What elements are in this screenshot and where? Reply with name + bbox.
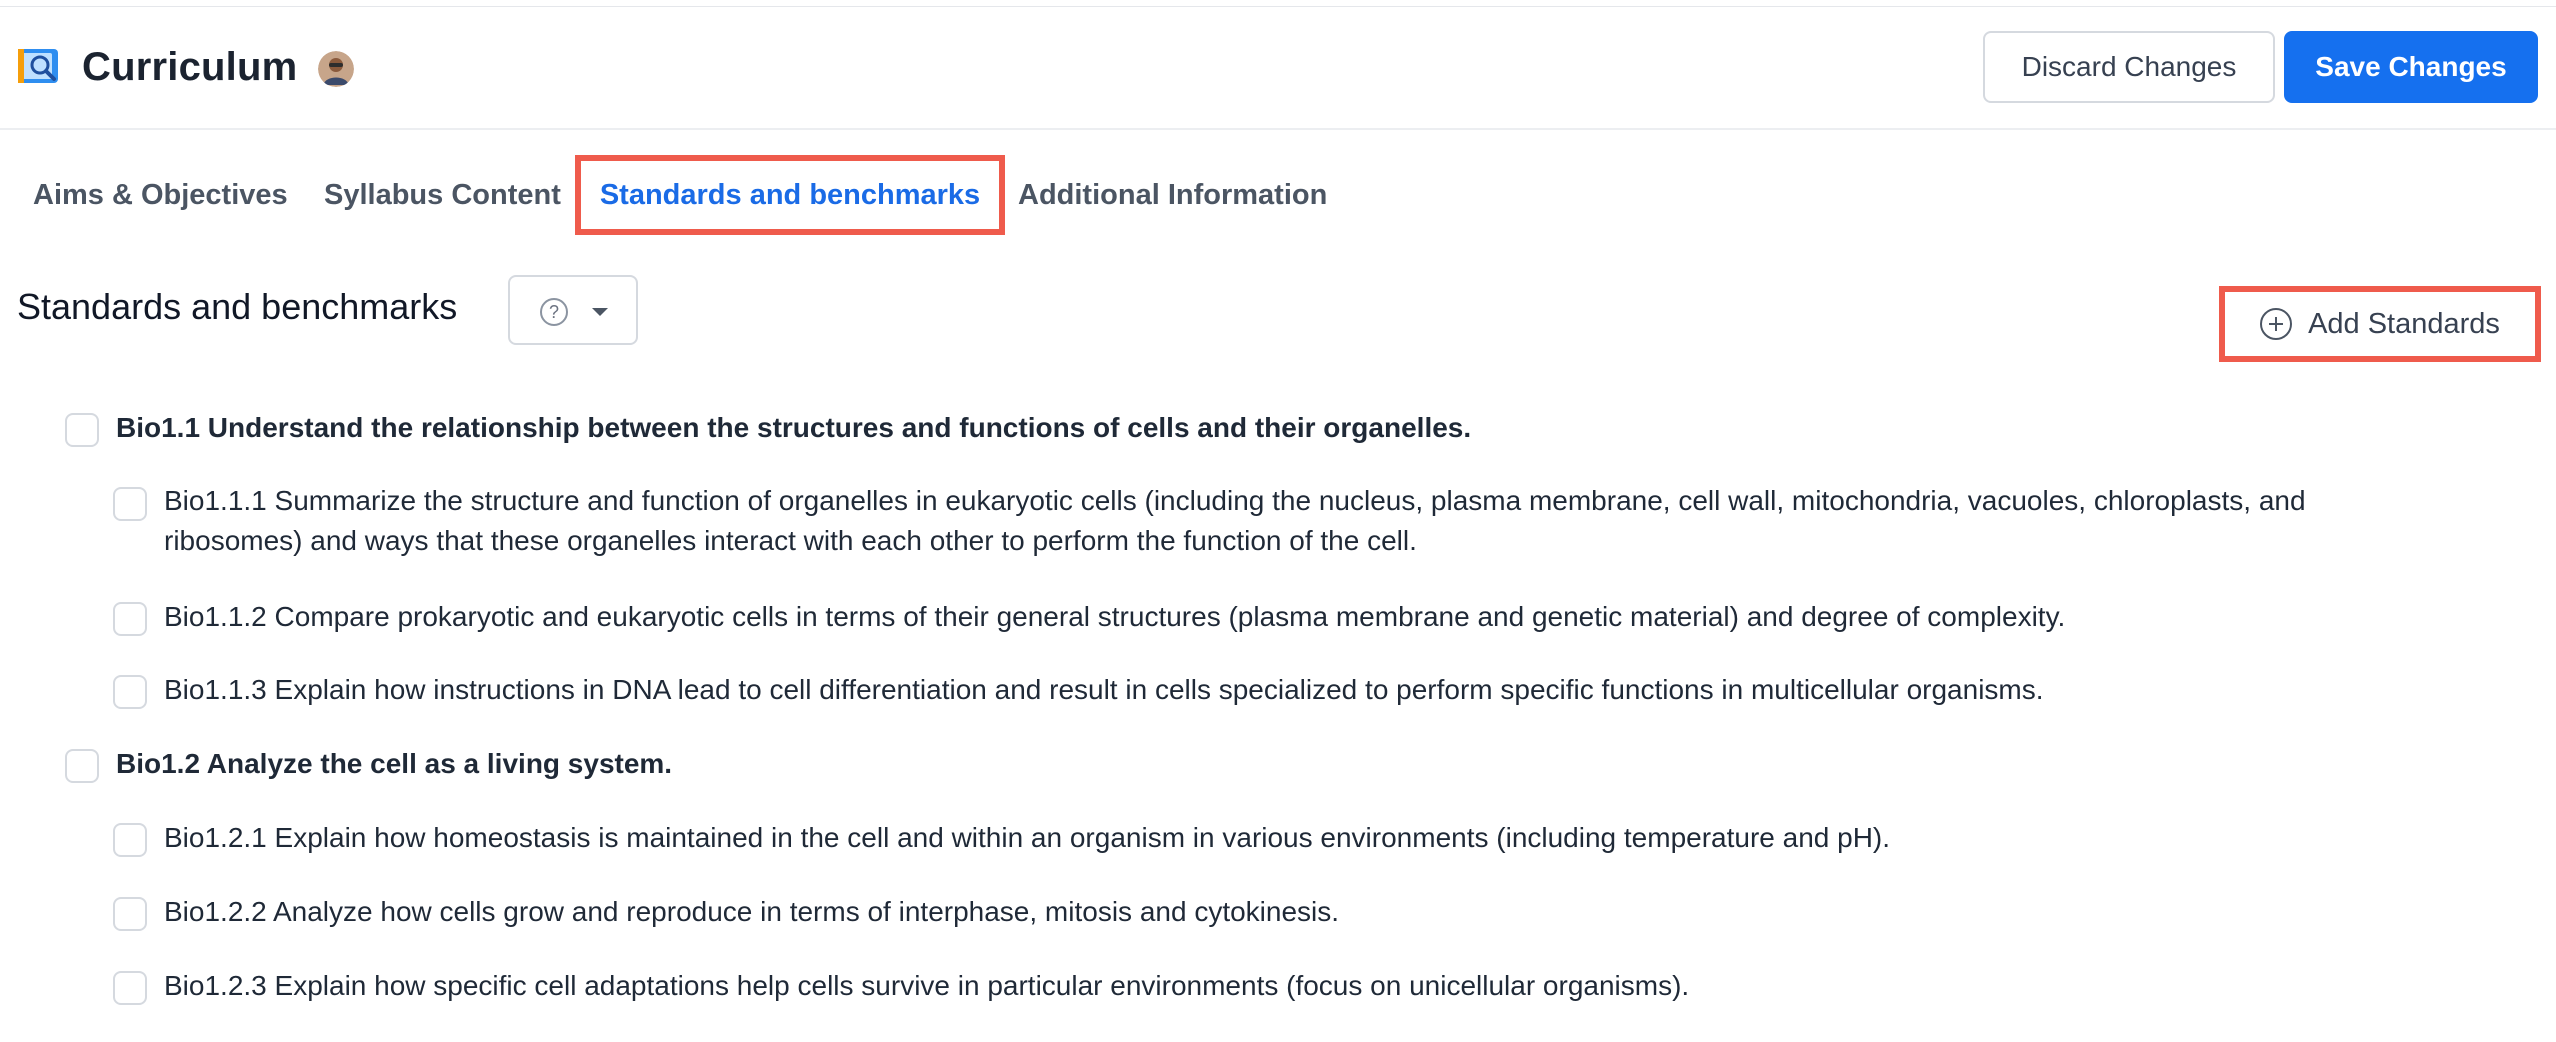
plus-circle-icon	[2260, 308, 2293, 340]
user-avatar[interactable]	[318, 51, 354, 87]
discard-changes-button[interactable]: Discard Changes	[1983, 31, 2275, 103]
standard-checkbox[interactable]	[113, 487, 147, 521]
add-standards-button[interactable]: Add Standards	[2219, 286, 2541, 362]
tab-syllabus-content[interactable]: Syllabus Content	[324, 155, 561, 235]
standard-item: Bio1.1 Understand the relationship betwe…	[0, 408, 2556, 448]
standard-checkbox[interactable]	[113, 602, 147, 636]
curriculum-book-search-icon	[18, 49, 58, 83]
help-dropdown[interactable]: ?	[508, 275, 638, 345]
tab-aims-objectives[interactable]: Aims & Objectives	[33, 155, 288, 235]
standard-checkbox[interactable]	[65, 413, 99, 447]
standard-item: Bio1.1.3 Explain how instructions in DNA…	[0, 670, 2556, 710]
standard-text: Bio1.2 Analyze the cell as a living syst…	[116, 748, 673, 779]
add-standards-label: Add Standards	[2308, 307, 2500, 340]
standard-text: Bio1.2.1 Explain how homeostasis is main…	[164, 822, 1891, 853]
tab-standards-benchmarks[interactable]: Standards and benchmarks	[575, 155, 1005, 235]
page-header: Curriculum Discard Changes Save Changes	[0, 7, 2556, 130]
tab-bar: Aims & Objectives Syllabus Content Stand…	[0, 155, 2556, 235]
standard-text: Bio1.1 Understand the relationship betwe…	[116, 412, 1472, 443]
standard-text-line-1: Bio1.1.1 Summarize the structure and fun…	[164, 485, 2306, 516]
standard-text: Bio1.1.3 Explain how instructions in DNA…	[164, 674, 2044, 705]
standard-checkbox[interactable]	[113, 823, 147, 857]
standard-item: Bio1.1.2 Compare prokaryotic and eukaryo…	[0, 597, 2556, 637]
standard-item: Bio1.2.2 Analyze how cells grow and repr…	[0, 892, 2556, 932]
tab-additional-information[interactable]: Additional Information	[1018, 155, 1327, 235]
page-title: Curriculum	[82, 45, 298, 89]
standard-checkbox[interactable]	[65, 749, 99, 783]
standard-checkbox[interactable]	[113, 675, 147, 709]
standard-checkbox[interactable]	[113, 971, 147, 1005]
standard-item: Bio1.1.1 Summarize the structure and fun…	[0, 481, 2556, 563]
section-heading: Standards and benchmarks	[17, 286, 458, 327]
standard-text: Bio1.2.3 Explain how specific cell adapt…	[164, 970, 1690, 1001]
standard-item: Bio1.2.3 Explain how specific cell adapt…	[0, 966, 2556, 1006]
question-circle-icon: ?	[540, 298, 568, 326]
standard-text: Bio1.1.2 Compare prokaryotic and eukaryo…	[164, 601, 2066, 632]
standard-item: Bio1.2 Analyze the cell as a living syst…	[0, 744, 2556, 784]
save-changes-button[interactable]: Save Changes	[2284, 31, 2538, 103]
standard-text: Bio1.2.2 Analyze how cells grow and repr…	[164, 896, 1340, 927]
standard-item: Bio1.2.1 Explain how homeostasis is main…	[0, 818, 2556, 858]
caret-down-icon	[592, 308, 608, 316]
standard-text-line-2: ribosomes) and ways that these organelle…	[164, 525, 1417, 556]
standard-checkbox[interactable]	[113, 897, 147, 931]
